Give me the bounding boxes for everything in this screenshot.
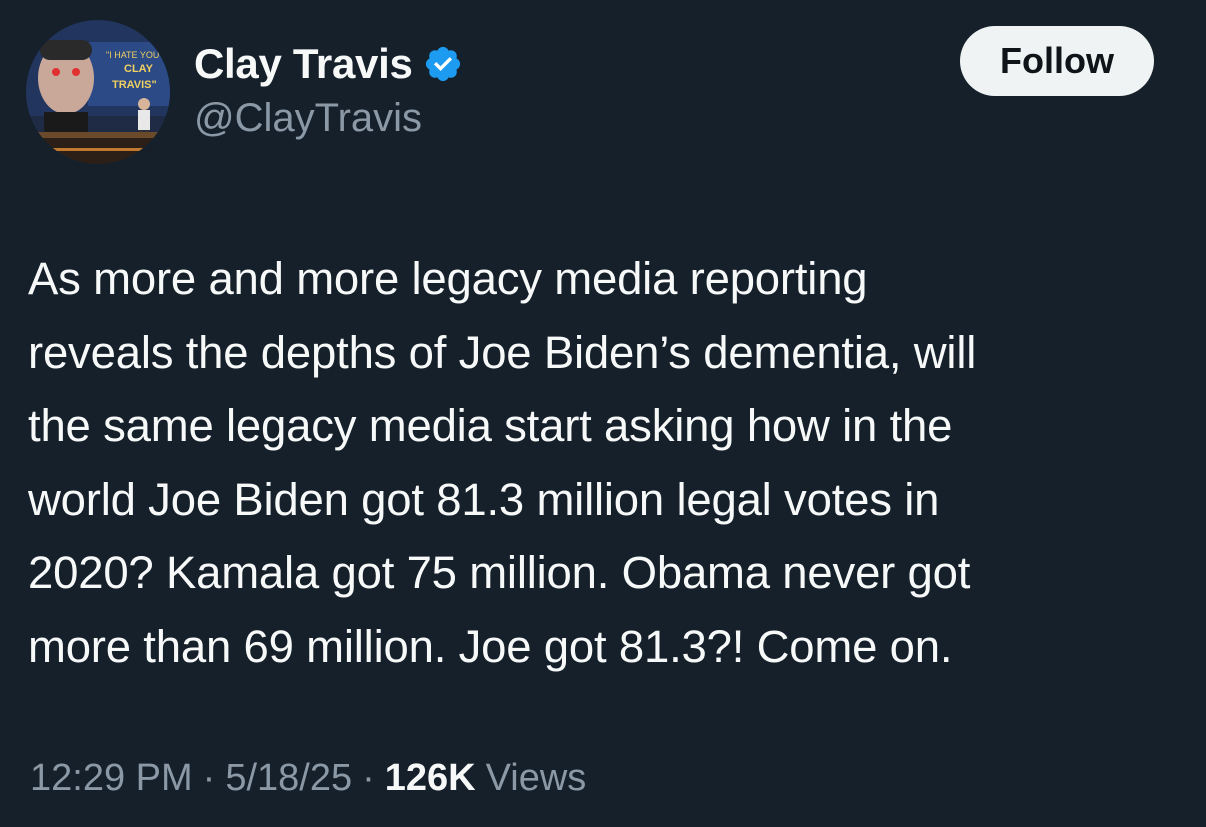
author-handle[interactable]: @ClayTravis (194, 96, 422, 141)
views-count: 126K (384, 757, 476, 799)
tweet-card: "I HATE YOU CLAY TRAVIS" Clay Travis @Cl… (0, 0, 1206, 827)
avatar-sign-line-3: TRAVIS" (112, 79, 157, 91)
follow-button[interactable]: Follow (960, 26, 1154, 96)
verified-badge-icon (423, 44, 463, 84)
avatar-sign-line-1: "I HATE YOU (106, 50, 159, 60)
tweet-timestamp-time[interactable]: 12:29 PM (30, 757, 193, 800)
tweet-text: As more and more legacy media reporting … (28, 253, 977, 672)
avatar-image: "I HATE YOU CLAY TRAVIS" (26, 20, 170, 164)
author-display-name[interactable]: Clay Travis (194, 40, 413, 88)
tweet-timestamp-date[interactable]: 5/18/25 (225, 757, 352, 800)
author-name-row: Clay Travis (194, 38, 463, 90)
meta-separator: · (362, 757, 375, 799)
avatar-sign-line-2: CLAY (124, 63, 154, 75)
views-label: Views (485, 757, 587, 799)
meta-separator: · (202, 757, 216, 799)
avatar[interactable]: "I HATE YOU CLAY TRAVIS" (26, 20, 170, 164)
tweet-meta: 12:29 PM · 5/18/25 · 126K Views (30, 757, 586, 800)
